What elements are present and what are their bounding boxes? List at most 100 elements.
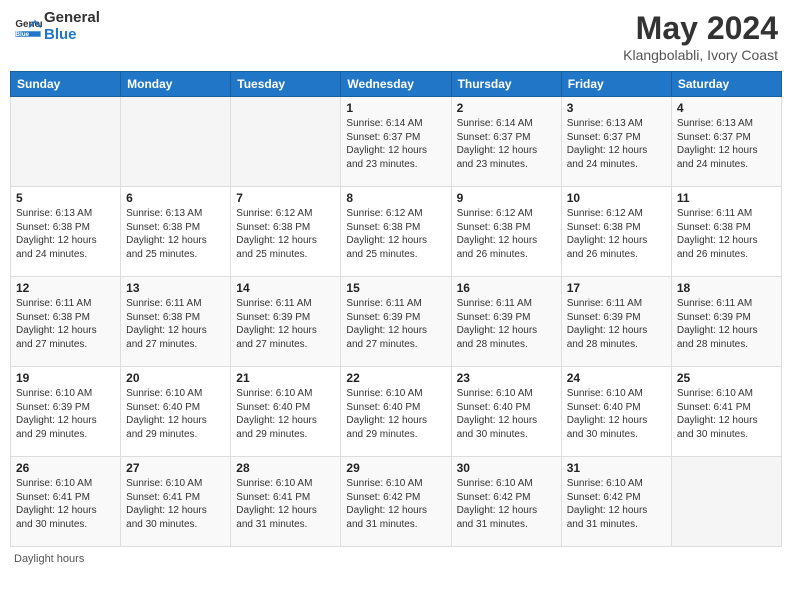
- day-number: 4: [677, 101, 776, 115]
- day-info: Sunrise: 6:11 AMSunset: 6:39 PMDaylight:…: [346, 297, 445, 351]
- day-number: 30: [457, 461, 556, 475]
- day-number: 22: [346, 371, 445, 385]
- header-day-friday: Friday: [561, 72, 671, 97]
- day-number: 17: [567, 281, 666, 295]
- footer: Daylight hours: [10, 553, 782, 565]
- header-day-tuesday: Tuesday: [231, 72, 341, 97]
- calendar-cell: 29 Sunrise: 6:10 AMSunset: 6:42 PMDayligh…: [341, 457, 451, 547]
- day-number: 3: [567, 101, 666, 115]
- calendar-cell: 9 Sunrise: 6:12 AMSunset: 6:38 PMDaylight…: [451, 187, 561, 277]
- day-number: 6: [126, 191, 225, 205]
- day-info: Sunrise: 6:11 AMSunset: 6:39 PMDaylight:…: [567, 297, 666, 351]
- day-number: 23: [457, 371, 556, 385]
- day-number: 15: [346, 281, 445, 295]
- calendar-cell: 4 Sunrise: 6:13 AMSunset: 6:37 PMDaylight…: [671, 97, 781, 187]
- day-number: 13: [126, 281, 225, 295]
- calendar-cell: 22Sunrise: 6:10 AMSunset: 6:40 PMDayligh…: [341, 367, 451, 457]
- day-number: 27: [126, 461, 225, 475]
- calendar-cell: 11 Sunrise: 6:11 AMSunset: 6:38 PMDayligh…: [671, 187, 781, 277]
- title-block: May 2024 Klangbolabli, Ivory Coast: [623, 10, 778, 63]
- calendar-cell: [11, 97, 121, 187]
- day-number: 5: [16, 191, 115, 205]
- day-number: 29: [346, 461, 445, 475]
- day-info: Sunrise: 6:10 AMSunset: 6:40 PMDaylight:…: [126, 387, 225, 441]
- header-day-sunday: Sunday: [11, 72, 121, 97]
- calendar-cell: 1Sunrise: 6:14 AMSunset: 6:37 PMDaylight…: [341, 97, 451, 187]
- calendar-cell: 31Sunrise: 6:10 AMSunset: 6:42 PMDayligh…: [561, 457, 671, 547]
- calendar-cell: 26Sunrise: 6:10 AMSunset: 6:41 PMDayligh…: [11, 457, 121, 547]
- day-number: 11: [677, 191, 776, 205]
- day-info: Sunrise: 6:10 AMSunset: 6:42 PMDaylight:…: [346, 477, 445, 531]
- calendar-cell: 18Sunrise: 6:11 AMSunset: 6:39 PMDayligh…: [671, 277, 781, 367]
- day-info: Sunrise: 6:11 AMSunset: 6:39 PMDaylight:…: [457, 297, 556, 351]
- calendar-cell: 2 Sunrise: 6:14 AMSunset: 6:37 PMDaylight…: [451, 97, 561, 187]
- day-info: Sunrise: 6:13 AMSunset: 6:38 PMDaylight:…: [16, 207, 115, 261]
- logo: General Blue General Blue: [14, 10, 100, 43]
- day-info: Sunrise: 6:13 AMSunset: 6:37 PMDaylight:…: [677, 117, 776, 171]
- day-info: Sunrise: 6:12 AMSunset: 6:38 PMDaylight:…: [346, 207, 445, 261]
- day-info: Sunrise: 6:14 AMSunset: 6:37 PMDaylight:…: [457, 117, 556, 171]
- calendar-cell: 3Sunrise: 6:13 AMSunset: 6:37 PMDaylight…: [561, 97, 671, 187]
- day-info: Sunrise: 6:10 AMSunset: 6:40 PMDaylight:…: [236, 387, 335, 441]
- day-info: Sunrise: 6:11 AMSunset: 6:38 PMDaylight:…: [126, 297, 225, 351]
- calendar-cell: 23 Sunrise: 6:10 AMSunset: 6:40 PMDayligh…: [451, 367, 561, 457]
- calendar-header-row: SundayMondayTuesdayWednesdayThursdayFrid…: [11, 72, 782, 97]
- header-day-thursday: Thursday: [451, 72, 561, 97]
- day-number: 10: [567, 191, 666, 205]
- day-number: 31: [567, 461, 666, 475]
- week-row-1: 1Sunrise: 6:14 AMSunset: 6:37 PMDaylight…: [11, 97, 782, 187]
- page-header: General Blue General Blue May 2024 Klang…: [10, 10, 782, 63]
- calendar-cell: 7 Sunrise: 6:12 AMSunset: 6:38 PMDaylight…: [231, 187, 341, 277]
- day-info: Sunrise: 6:10 AMSunset: 6:40 PMDaylight:…: [567, 387, 666, 441]
- week-row-3: 12 Sunrise: 6:11 AMSunset: 6:38 PMDayligh…: [11, 277, 782, 367]
- calendar-cell: 28Sunrise: 6:10 AMSunset: 6:41 PMDayligh…: [231, 457, 341, 547]
- calendar-cell: [671, 457, 781, 547]
- day-info: Sunrise: 6:10 AMSunset: 6:42 PMDaylight:…: [457, 477, 556, 531]
- svg-text:Blue: Blue: [15, 31, 29, 38]
- day-info: Sunrise: 6:10 AMSunset: 6:41 PMDaylight:…: [236, 477, 335, 531]
- day-number: 14: [236, 281, 335, 295]
- day-info: Sunrise: 6:12 AMSunset: 6:38 PMDaylight:…: [236, 207, 335, 261]
- calendar-cell: 14 Sunrise: 6:11 AMSunset: 6:39 PMDayligh…: [231, 277, 341, 367]
- calendar-cell: 17 Sunrise: 6:11 AMSunset: 6:39 PMDayligh…: [561, 277, 671, 367]
- logo-text-blue: Blue: [44, 27, 100, 44]
- logo-text-general: General: [44, 10, 100, 27]
- daylight-label: Daylight hours: [14, 553, 84, 565]
- day-info: Sunrise: 6:10 AMSunset: 6:41 PMDaylight:…: [16, 477, 115, 531]
- calendar-cell: 16Sunrise: 6:11 AMSunset: 6:39 PMDayligh…: [451, 277, 561, 367]
- day-number: 2: [457, 101, 556, 115]
- calendar-cell: 25Sunrise: 6:10 AMSunset: 6:41 PMDayligh…: [671, 367, 781, 457]
- calendar-cell: 19Sunrise: 6:10 AMSunset: 6:39 PMDayligh…: [11, 367, 121, 457]
- day-number: 18: [677, 281, 776, 295]
- day-number: 8: [346, 191, 445, 205]
- day-info: Sunrise: 6:11 AMSunset: 6:39 PMDaylight:…: [236, 297, 335, 351]
- header-day-monday: Monday: [121, 72, 231, 97]
- calendar-cell: 8 Sunrise: 6:12 AMSunset: 6:38 PMDaylight…: [341, 187, 451, 277]
- day-info: Sunrise: 6:10 AMSunset: 6:39 PMDaylight:…: [16, 387, 115, 441]
- calendar-cell: 21 Sunrise: 6:10 AMSunset: 6:40 PMDayligh…: [231, 367, 341, 457]
- calendar-cell: 24Sunrise: 6:10 AMSunset: 6:40 PMDayligh…: [561, 367, 671, 457]
- day-number: 21: [236, 371, 335, 385]
- calendar-table: SundayMondayTuesdayWednesdayThursdayFrid…: [10, 71, 782, 547]
- day-info: Sunrise: 6:10 AMSunset: 6:41 PMDaylight:…: [126, 477, 225, 531]
- calendar-cell: 6 Sunrise: 6:13 AMSunset: 6:38 PMDaylight…: [121, 187, 231, 277]
- week-row-4: 19Sunrise: 6:10 AMSunset: 6:39 PMDayligh…: [11, 367, 782, 457]
- day-number: 9: [457, 191, 556, 205]
- day-number: 12: [16, 281, 115, 295]
- day-number: 7: [236, 191, 335, 205]
- day-info: Sunrise: 6:11 AMSunset: 6:38 PMDaylight:…: [16, 297, 115, 351]
- day-info: Sunrise: 6:10 AMSunset: 6:41 PMDaylight:…: [677, 387, 776, 441]
- day-info: Sunrise: 6:12 AMSunset: 6:38 PMDaylight:…: [457, 207, 556, 261]
- calendar-cell: 15 Sunrise: 6:11 AMSunset: 6:39 PMDayligh…: [341, 277, 451, 367]
- day-number: 20: [126, 371, 225, 385]
- day-info: Sunrise: 6:13 AMSunset: 6:38 PMDaylight:…: [126, 207, 225, 261]
- calendar-cell: 13 Sunrise: 6:11 AMSunset: 6:38 PMDayligh…: [121, 277, 231, 367]
- calendar-cell: 27 Sunrise: 6:10 AMSunset: 6:41 PMDayligh…: [121, 457, 231, 547]
- header-day-saturday: Saturday: [671, 72, 781, 97]
- day-info: Sunrise: 6:14 AMSunset: 6:37 PMDaylight:…: [346, 117, 445, 171]
- calendar-cell: [121, 97, 231, 187]
- day-info: Sunrise: 6:10 AMSunset: 6:40 PMDaylight:…: [457, 387, 556, 441]
- week-row-2: 5 Sunrise: 6:13 AMSunset: 6:38 PMDaylight…: [11, 187, 782, 277]
- day-info: Sunrise: 6:11 AMSunset: 6:38 PMDaylight:…: [677, 207, 776, 261]
- week-row-5: 26Sunrise: 6:10 AMSunset: 6:41 PMDayligh…: [11, 457, 782, 547]
